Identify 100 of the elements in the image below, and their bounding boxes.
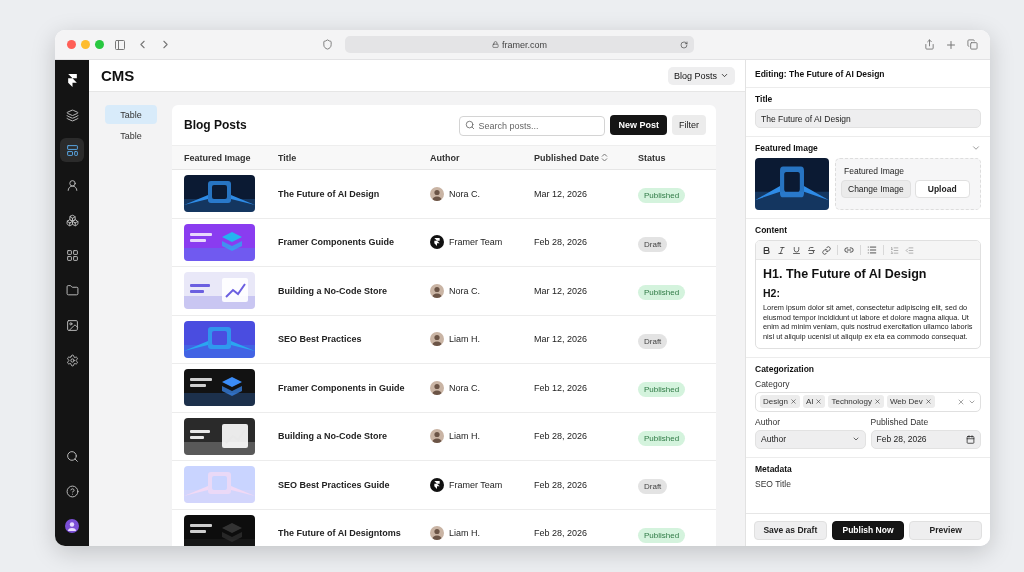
table-row[interactable]: SEO Best Practices Guide Framer Team Feb 28, 2026 Draft (172, 461, 716, 510)
avatar-icon (65, 519, 79, 533)
share-icon[interactable] (924, 39, 935, 50)
collection-dropdown[interactable]: Blog Posts (667, 66, 735, 85)
date-field[interactable]: Feb 28, 2026 (870, 429, 981, 449)
bold-icon[interactable] (762, 245, 771, 255)
column-header: Featured Image (184, 152, 251, 163)
heading-one: H1. The Future of AI Design (763, 267, 928, 281)
date-cell-text: Mar 12, 2026 (534, 334, 589, 345)
new-tab-icon[interactable] (945, 38, 957, 51)
title-cell-text: SEO Best Practices (278, 334, 363, 345)
address-bar[interactable]: framer.com (345, 36, 694, 53)
filter-button[interactable]: Filter (672, 115, 706, 135)
caret-icon (851, 435, 860, 443)
category-tag: AI (802, 395, 826, 408)
sidebar-toggle-icon[interactable] (114, 38, 126, 51)
tabs-icon[interactable] (967, 39, 978, 50)
title-cell-text: The Future of AI Design (278, 188, 381, 199)
search-field[interactable]: Search posts... (459, 116, 606, 136)
status-badge: Draft (638, 479, 668, 495)
category-field[interactable]: Design AI Technology Web Dev (755, 391, 981, 412)
title-cell-text: The Future of AI Designtoms (278, 528, 402, 539)
field-label: Author (755, 416, 782, 427)
sort-icon[interactable] (601, 153, 608, 162)
minimize-dot[interactable] (81, 40, 90, 49)
section-label: Categorization (755, 363, 816, 374)
footer-button[interactable]: Publish Now (831, 520, 905, 540)
strikethrough-icon[interactable] (807, 245, 816, 255)
status-badge: Published (638, 285, 686, 301)
change-image-button[interactable]: Change Image (841, 180, 911, 198)
author-name: Liam H. (449, 334, 480, 345)
table-row[interactable]: Building a No-Code Store Nora C. Mar 12, 2026 Published (172, 267, 716, 316)
upload-button[interactable]: Upload (914, 180, 970, 198)
title-cell-text: Building a No-Code Store (278, 431, 388, 442)
new-post-button[interactable]: New Post (610, 115, 667, 135)
italic-icon[interactable] (777, 245, 786, 255)
category-tag: Technology (828, 395, 884, 408)
author-name: Nora C. (449, 382, 480, 393)
field-label: Category (755, 378, 791, 389)
heading-two: H2: (763, 287, 781, 299)
layers-icon (65, 108, 79, 122)
column-header: Title (278, 152, 297, 163)
table-row[interactable]: Framer Components Guide Framer Team Feb 28, 2026 Draft (172, 218, 716, 267)
reload-icon[interactable] (680, 40, 688, 49)
view-tab[interactable]: Table (105, 126, 157, 145)
link-icon[interactable] (822, 245, 831, 255)
underline-icon[interactable] (792, 245, 801, 255)
date-cell-text: Mar 12, 2026 (534, 285, 589, 296)
table-row[interactable]: The Future of AI Designtoms Liam H. Feb 28, 2026 Published (172, 509, 716, 546)
author-select[interactable]: Author (755, 429, 866, 449)
author-name: Framer Team (449, 479, 503, 490)
table-row[interactable]: The Future of AI Design Nora C. Mar 12, 2026 Published (172, 170, 716, 219)
section-label: Content (755, 225, 789, 235)
chevron-icon[interactable] (971, 143, 981, 153)
help-icon (65, 484, 79, 498)
author-name: Liam H. (449, 528, 480, 539)
category-tag: Design (760, 395, 800, 408)
remove-icon[interactable] (815, 398, 823, 405)
field-label: Title (755, 94, 774, 104)
search-icon (65, 449, 79, 463)
table-row[interactable]: Building a No-Code Store Liam H. Feb 28, 2026 Published (172, 412, 716, 461)
caret-icon (720, 71, 729, 80)
folder-icon (65, 283, 79, 297)
maximize-dot[interactable] (95, 40, 104, 49)
clear-icon[interactable] (957, 397, 965, 406)
status-badge: Draft (638, 236, 668, 252)
field-label: Published Date (870, 416, 930, 427)
date-cell-text: Mar 12, 2026 (534, 188, 589, 199)
author-name: Framer Team (449, 237, 503, 248)
remove-icon[interactable] (873, 398, 881, 405)
footer-button[interactable]: Save as Draft (754, 520, 827, 540)
column-header[interactable]: Published Date (534, 152, 599, 163)
category-tag: Web Dev (886, 395, 935, 408)
footer-button[interactable]: Preview (909, 520, 982, 540)
shield-icon (322, 39, 333, 50)
title-cell-text: Building a No-Code Store (278, 285, 388, 296)
numbered-list-icon[interactable] (890, 245, 899, 255)
search-icon (465, 120, 476, 130)
view-tab[interactable]: Table (105, 105, 157, 124)
date-cell-text: Feb 12, 2026 (534, 382, 589, 393)
status-badge: Published (638, 527, 686, 543)
title-field[interactable]: The Future of AI Design (755, 109, 981, 128)
date-cell-text: Feb 28, 2026 (534, 237, 589, 248)
table-row[interactable]: Framer Components in Guide Nora C. Feb 12, 2026 Published (172, 364, 716, 413)
remove-icon[interactable] (924, 398, 932, 405)
title-cell-text: Framer Components Guide (278, 237, 395, 248)
table-row[interactable]: SEO Best Practices Liam H. Mar 12, 2026 Draft (172, 315, 716, 364)
outdent-icon[interactable] (905, 245, 914, 255)
table-title: Blog Posts (184, 118, 248, 132)
remove-icon[interactable] (789, 398, 797, 405)
close-dot[interactable] (67, 40, 76, 49)
status-badge: Published (638, 430, 686, 446)
bullet-list-icon[interactable] (867, 245, 877, 255)
rich-text-editor[interactable] (755, 240, 981, 349)
calendar-icon (966, 434, 975, 444)
grid-icon (65, 248, 79, 262)
framer-logo-icon (65, 73, 79, 87)
column-header: Status (638, 152, 666, 163)
rail-button[interactable] (60, 138, 84, 162)
title-cell-text: SEO Best Practices Guide (278, 479, 391, 490)
